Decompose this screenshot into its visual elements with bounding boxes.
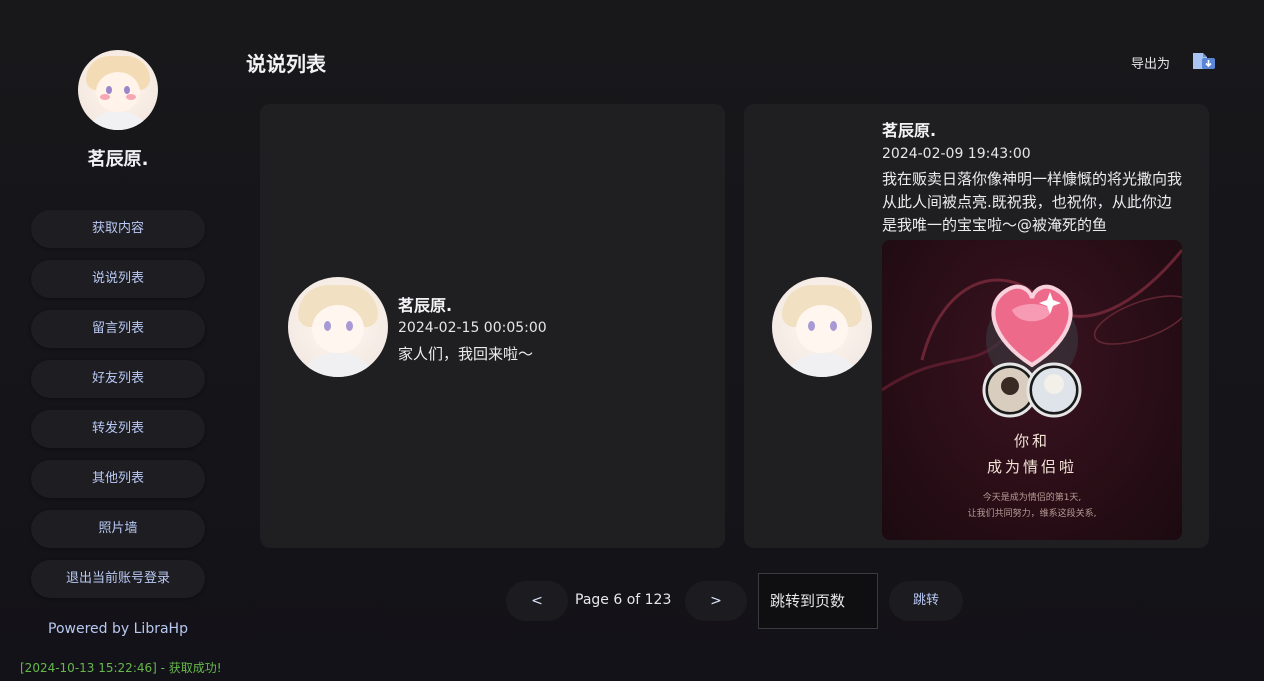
image-subtitle-line1: 今天是成为情侣的第1天, (982, 493, 1082, 503)
prev-page-button[interactable]: < (506, 581, 568, 621)
export-label: 导出为 (1131, 57, 1171, 72)
post-avatar (772, 277, 872, 377)
jump-button[interactable]: 跳转 (889, 581, 963, 621)
avatar (78, 50, 158, 130)
post-time: 2024-02-15 00:05:00 (398, 320, 547, 336)
post-text: 我在贩卖日落你像神明一样慷慨的将光撒向我从此人间被点亮.既祝我，也祝你，从此你边… (882, 170, 1183, 234)
post-avatar (288, 277, 388, 377)
page-info: Page 6 of 123 (575, 592, 672, 608)
get-content-button[interactable]: 获取内容 (31, 210, 205, 248)
sidebar: 茗辰原. 获取内容 说说列表 留言列表 好友列表 转发列表 其他列表 照片墙 退… (0, 0, 236, 681)
image-title-line1: 你和 (1013, 432, 1050, 450)
export-file-icon[interactable] (1191, 50, 1217, 72)
post-author: 茗辰原. (398, 296, 453, 315)
post-text: 家人们，我回来啦～ (398, 345, 534, 363)
page-title: 说说列表 (246, 52, 326, 76)
other-list-button[interactable]: 其他列表 (31, 460, 205, 498)
friends-list-button[interactable]: 好友列表 (31, 360, 205, 398)
image-title-line2: 成为情侣啦 (986, 458, 1077, 476)
photo-wall-button[interactable]: 照片墙 (31, 510, 205, 548)
status-log: [2024-10-13 15:22:46] - 获取成功! (20, 661, 222, 675)
post-time: 2024-02-09 19:43:00 (882, 146, 1031, 162)
post-author: 茗辰原. (882, 121, 937, 140)
posts-list-button[interactable]: 说说列表 (31, 260, 205, 298)
image-subtitle-line2: 让我们共同努力，维系这段关系, (967, 509, 1097, 519)
profile-name: 茗辰原. (87, 149, 149, 170)
jump-page-input[interactable] (758, 573, 878, 629)
logout-button[interactable]: 退出当前账号登录 (31, 560, 205, 598)
post-image[interactable]: 你和 成为情侣啦 今天是成为情侣的第1天, 让我们共同努力，维系这段关系, (882, 240, 1182, 540)
messages-list-button[interactable]: 留言列表 (31, 310, 205, 348)
next-page-button[interactable]: > (685, 581, 747, 621)
powered-by-text: Powered by LibraHp (48, 621, 188, 637)
reposts-list-button[interactable]: 转发列表 (31, 410, 205, 448)
